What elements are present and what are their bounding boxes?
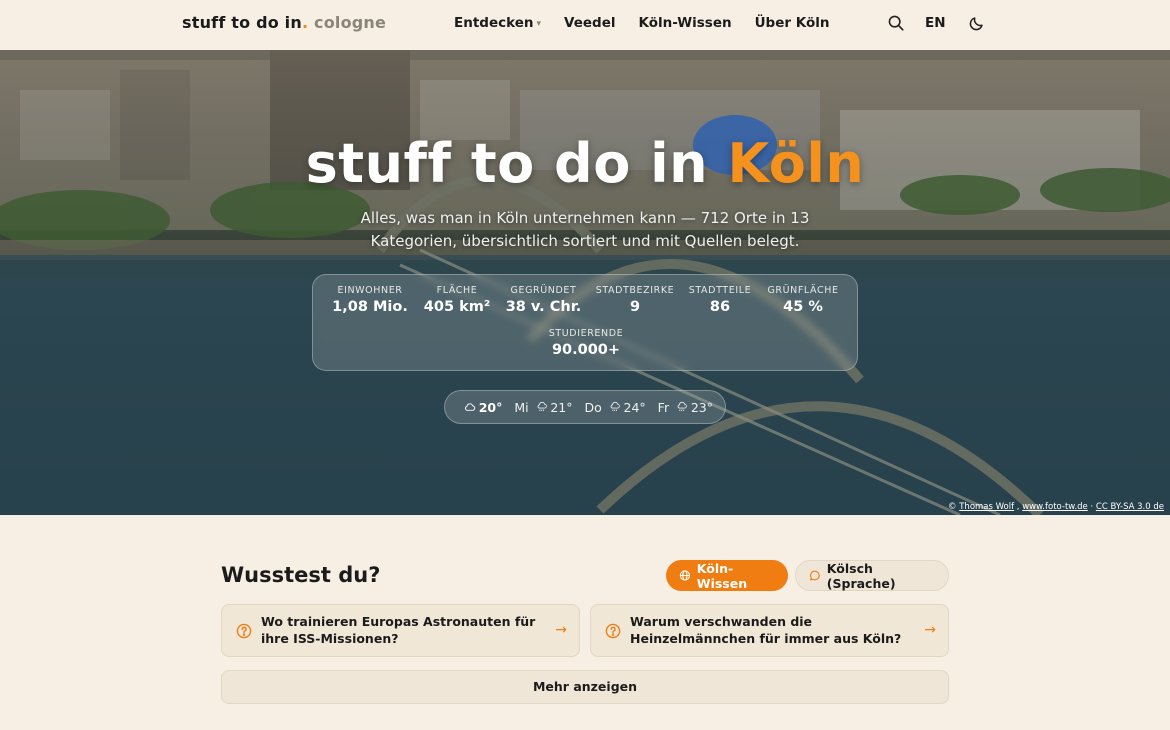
stat-label: Stadtbezirke bbox=[595, 285, 675, 296]
arrow-right-icon: → bbox=[924, 622, 936, 638]
stat-label: Einwohner bbox=[337, 285, 403, 296]
nav-veedel[interactable]: Veedel bbox=[564, 15, 615, 31]
stat-label: Stadtteile bbox=[688, 285, 752, 296]
stat-value: 405 km² bbox=[423, 299, 491, 315]
stat-value: 9 bbox=[629, 299, 641, 315]
forecast-temp: 21° bbox=[550, 399, 573, 415]
stat-label: Studierende bbox=[548, 328, 624, 339]
hero-title-main: stuff to do in bbox=[305, 132, 709, 195]
question-circle-icon bbox=[605, 623, 621, 639]
stat-stadtbezirke: Stadtbezirke 9 bbox=[591, 285, 679, 315]
fact-question: Warum verschwanden die Heinzelmännchen f… bbox=[630, 614, 902, 646]
stat-gruenflaeche: Grünfläche 45 % bbox=[763, 285, 843, 315]
main-nav: Entdecken ▾ Veedel Köln-Wissen Über Köln bbox=[454, 15, 829, 31]
arrow-right-icon: → bbox=[555, 622, 567, 638]
stat-label: Gegründet bbox=[510, 285, 577, 296]
rain-cloud-icon bbox=[610, 401, 620, 412]
globe-icon bbox=[679, 570, 690, 581]
stat-value: 90.000+ bbox=[551, 342, 621, 358]
rain-cloud-icon bbox=[537, 401, 547, 412]
forecast-day: Do bbox=[584, 399, 602, 415]
fact-question: Wo trainieren Europas Astronauten für ih… bbox=[261, 614, 536, 646]
credit-license-link[interactable]: CC BY-SA 3.0 de bbox=[1096, 502, 1164, 512]
stat-value: 45 % bbox=[783, 299, 823, 315]
tab-koeln-wissen[interactable]: Köln-Wissen bbox=[666, 560, 788, 591]
hero-title-accent: Köln bbox=[727, 132, 865, 195]
stat-stadtteile: Stadtteile 86 bbox=[681, 285, 759, 315]
chevron-down-icon: ▾ bbox=[536, 19, 542, 29]
nav-entdecken[interactable]: Entdecken ▾ bbox=[454, 15, 541, 31]
top-navigation-bar: stuff to do in. cologne Entdecken ▾ Veede… bbox=[0, 0, 1170, 50]
credit-site-link[interactable]: www.foto-tw.de bbox=[1022, 502, 1088, 512]
credit-sep: · bbox=[1087, 502, 1096, 512]
stat-value: 86 bbox=[709, 299, 731, 315]
forecast-temp: 23° bbox=[690, 399, 713, 415]
tab-label: Köln-Wissen bbox=[696, 560, 748, 591]
forecast-temp: 24° bbox=[623, 399, 646, 415]
stat-label: Fläche bbox=[436, 285, 478, 296]
language-switch[interactable]: EN bbox=[925, 15, 946, 31]
brand-dot: . bbox=[301, 13, 309, 32]
hero-title: stuff to do in Köln bbox=[0, 132, 1170, 195]
brand-city: cologne bbox=[314, 13, 387, 32]
stat-gegruendet: Gegründet 38 v. Chr. bbox=[501, 285, 586, 315]
stat-value: 1,08 Mio. bbox=[332, 299, 408, 315]
forecast-day: Mi bbox=[514, 399, 529, 415]
hero-section: stuff to do in Köln Alles, was man in Kö… bbox=[0, 50, 1170, 515]
credit-prefix: © bbox=[948, 502, 960, 512]
question-circle-icon bbox=[236, 623, 252, 639]
stat-flaeche: Fläche 405 km² bbox=[417, 285, 497, 315]
moon-icon[interactable] bbox=[968, 14, 986, 32]
photo-credit: © Thomas Wolf , www.foto-tw.de · CC BY-S… bbox=[948, 502, 1164, 512]
weather-now-temp: 20° bbox=[478, 399, 503, 415]
speech-bubble-icon bbox=[810, 570, 820, 581]
rain-cloud-icon bbox=[677, 401, 687, 412]
stat-studierende: Studierende 90.000+ bbox=[536, 328, 636, 358]
forecast-day: Fr bbox=[657, 399, 670, 415]
city-stats-panel: Einwohner 1,08 Mio. Fläche 405 km² Gegrü… bbox=[312, 274, 858, 371]
fact-card[interactable]: Warum verschwanden die Heinzelmännchen f… bbox=[590, 604, 949, 657]
section-title: Wusstest du? bbox=[221, 563, 381, 587]
tab-koelsch-sprache[interactable]: Kölsch (Sprache) bbox=[795, 560, 949, 591]
search-icon[interactable] bbox=[887, 14, 905, 32]
header-actions: EN bbox=[887, 14, 986, 32]
stat-label: Grünfläche bbox=[767, 285, 839, 296]
tab-label: Kölsch (Sprache) bbox=[826, 560, 896, 591]
credit-author-link[interactable]: Thomas Wolf bbox=[959, 502, 1014, 512]
weather-widget[interactable]: 20° Mi 21° Do 24° Fr 23° bbox=[444, 390, 726, 424]
stat-einwohner: Einwohner 1,08 Mio. bbox=[325, 285, 415, 315]
nav-entdecken-label: Entdecken bbox=[454, 15, 534, 31]
stat-value: 38 v. Chr. bbox=[505, 299, 582, 315]
fact-card[interactable]: Wo trainieren Europas Astronauten für ih… bbox=[221, 604, 580, 657]
cloud-icon bbox=[465, 403, 476, 411]
brand-main: stuff to do in bbox=[182, 13, 302, 32]
hero-subtitle: Alles, was man in Köln unternehmen kann … bbox=[360, 209, 810, 250]
nav-ueber-koeln[interactable]: Über Köln bbox=[755, 15, 830, 31]
site-logo[interactable]: stuff to do in. cologne bbox=[182, 13, 386, 32]
credit-sep: , bbox=[1014, 502, 1023, 512]
nav-koeln-wissen[interactable]: Köln-Wissen bbox=[639, 15, 732, 31]
show-more-button[interactable]: Mehr anzeigen bbox=[221, 670, 949, 704]
